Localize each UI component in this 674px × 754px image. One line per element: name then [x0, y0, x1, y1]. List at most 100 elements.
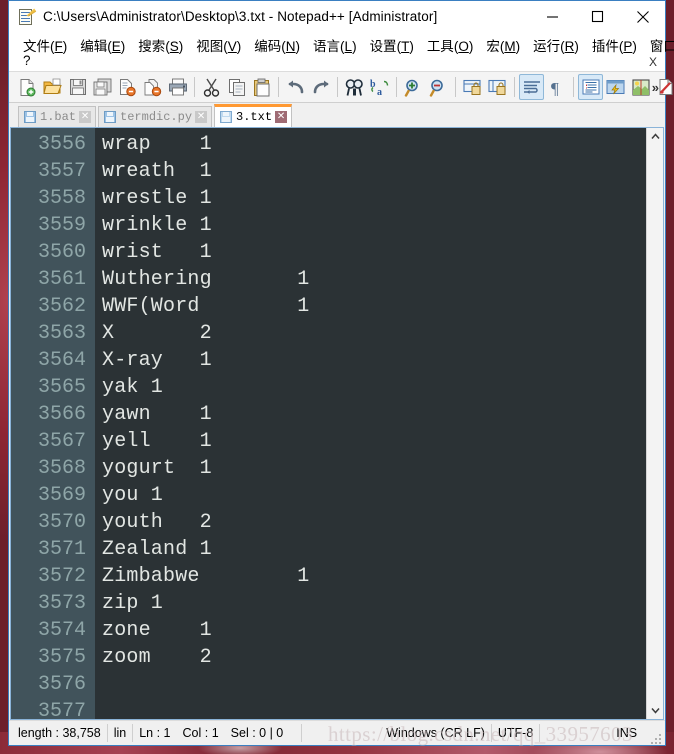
menu-item-help[interactable]: ? [23, 53, 31, 68]
tab-1-bat[interactable]: 1.bat ✕ [18, 106, 97, 127]
code-line[interactable]: wrap 1 [102, 131, 646, 158]
line-number: 3556 [37, 133, 86, 156]
replace-icon[interactable]: b a [367, 74, 392, 100]
menu-label-settings: 设置 [369, 38, 397, 54]
code-line[interactable]: you 1 [102, 482, 646, 509]
menu-label-window: 窗口 [649, 38, 674, 54]
code-line[interactable]: yawn 1 [102, 401, 646, 428]
find-icon[interactable] [342, 74, 367, 100]
code-line[interactable]: youth 2 [102, 509, 646, 536]
copy-icon[interactable] [224, 74, 249, 100]
file-icon [24, 111, 36, 123]
redo-icon[interactable] [308, 74, 333, 100]
toolbar-overflow-icon[interactable]: » [652, 80, 659, 95]
menu-item-tools[interactable]: 工具(O) [421, 33, 481, 57]
show-all-chars-icon[interactable]: ¶ [544, 74, 569, 100]
status-eol-format[interactable]: Windows (CR LF) [380, 724, 492, 742]
sync-vertical-scroll-icon[interactable] [460, 74, 485, 100]
tab-close-icon[interactable]: ✕ [195, 111, 208, 123]
close-all-icon[interactable] [140, 74, 165, 100]
code-line[interactable]: X-ray 1 [102, 347, 646, 374]
code-line[interactable]: X 2 [102, 320, 646, 347]
menu-accel-plugins: P [623, 38, 633, 54]
line-number: 3575 [37, 646, 86, 669]
code-text-area[interactable]: wrap 1 wreath 1 wrestle 1 wrinkle 1 wrist 1W… [95, 128, 646, 719]
line-number: 3566 [37, 403, 86, 426]
code-line[interactable]: wrinkle 1 [102, 212, 646, 239]
code-line[interactable]: wrist 1 [102, 239, 646, 266]
menu-accel-run: R [564, 38, 575, 54]
menu-label-run: 运行 [533, 38, 561, 54]
line-number: 3572 [37, 565, 86, 588]
menu-item-run[interactable]: 运行(R) [527, 33, 586, 57]
status-lines-truncated: lin [108, 724, 134, 742]
print-icon[interactable] [165, 74, 190, 100]
tab-close-icon[interactable]: ✕ [275, 111, 288, 123]
chevron-down-icon[interactable] [646, 702, 663, 719]
sync-horizontal-scroll-icon[interactable] [485, 74, 510, 100]
close-icon[interactable] [620, 1, 665, 32]
menu-item-plugins[interactable]: 插件(P) [586, 33, 644, 57]
menu-item-macro[interactable]: 宏(M) [480, 33, 527, 57]
menu-label-tools: 工具 [426, 38, 454, 54]
tab-3-txt[interactable]: 3.txt ✕ [214, 104, 293, 127]
paste-icon[interactable] [249, 74, 274, 100]
new-file-icon[interactable] [15, 74, 40, 100]
zoom-out-icon[interactable] [426, 74, 451, 100]
undo-icon[interactable] [283, 74, 308, 100]
resize-grip-icon[interactable] [651, 732, 663, 744]
code-line[interactable]: zone 1 [102, 617, 646, 644]
menu-item-view[interactable]: 视图(V) [190, 33, 248, 57]
menu-accel-macro: M [504, 38, 516, 54]
tab-close-icon[interactable]: ✕ [79, 111, 92, 123]
line-number: 3570 [37, 511, 86, 534]
user-defined-dialog-icon[interactable] [603, 74, 628, 100]
close-document-icon[interactable]: X [649, 55, 657, 69]
code-line[interactable]: yogurt 1 [102, 455, 646, 482]
menu-item-settings[interactable]: 设置(T) [364, 33, 421, 57]
indent-guide-icon[interactable] [578, 74, 603, 100]
code-line[interactable]: wrestle 1 [102, 185, 646, 212]
save-all-icon[interactable] [90, 74, 115, 100]
toolbar-separator [396, 77, 397, 97]
status-encoding[interactable]: UTF-8 [492, 724, 541, 742]
code-line[interactable]: yak 1 [102, 374, 646, 401]
minimize-icon[interactable] [530, 1, 575, 32]
toolbar-separator [455, 77, 456, 97]
save-icon[interactable] [65, 74, 90, 100]
tab-label: 3.txt [236, 110, 273, 124]
document-map-icon[interactable] [628, 74, 653, 100]
menu-accel-view: V [227, 38, 237, 54]
line-number: 3561 [37, 268, 86, 291]
menu-item-search[interactable]: 搜索(S) [132, 33, 190, 57]
zoom-in-icon[interactable] [401, 74, 426, 100]
code-line[interactable]: zip 1 [102, 590, 646, 617]
menu-item-window[interactable]: 窗口(W) [644, 33, 674, 57]
menu-label-macro: 宏 [486, 38, 500, 54]
chevron-up-icon[interactable] [646, 128, 663, 145]
code-line[interactable]: WWF(Word 1 [102, 293, 646, 320]
code-line[interactable]: yell 1 [102, 428, 646, 455]
code-line[interactable]: wreath 1 [102, 158, 646, 185]
word-wrap-icon[interactable] [519, 74, 544, 100]
menu-item-language[interactable]: 语言(L) [307, 33, 364, 57]
menu-bar-second-row: ? X [9, 53, 665, 71]
editor-vertical-scrollbar[interactable] [646, 128, 663, 719]
cut-icon[interactable] [199, 74, 224, 100]
maximize-icon[interactable] [575, 1, 620, 32]
tab-termdic-py[interactable]: termdic.py ✕ [98, 106, 213, 127]
menu-label-language: 语言 [313, 38, 341, 54]
code-line[interactable]: Wuthering 1 [102, 266, 646, 293]
code-line[interactable]: zoom 2 [102, 644, 646, 671]
close-file-icon[interactable] [115, 74, 140, 100]
menu-item-edit[interactable]: 编辑(E) [74, 33, 132, 57]
open-file-icon[interactable] [40, 74, 65, 100]
menu-item-encoding[interactable]: 编码(N) [248, 33, 307, 57]
code-line[interactable]: Zealand 1 [102, 536, 646, 563]
toolbar-separator [194, 77, 195, 97]
line-number: 3577 [37, 700, 86, 720]
notepad-plus-plus-window: C:\Users\Administrator\Desktop\3.txt - N… [8, 0, 674, 746]
status-insert-mode[interactable]: INS [610, 724, 643, 742]
toolbar: b a ¶ » [9, 71, 672, 103]
code-line[interactable]: Zimbabwe 1 [102, 563, 646, 590]
